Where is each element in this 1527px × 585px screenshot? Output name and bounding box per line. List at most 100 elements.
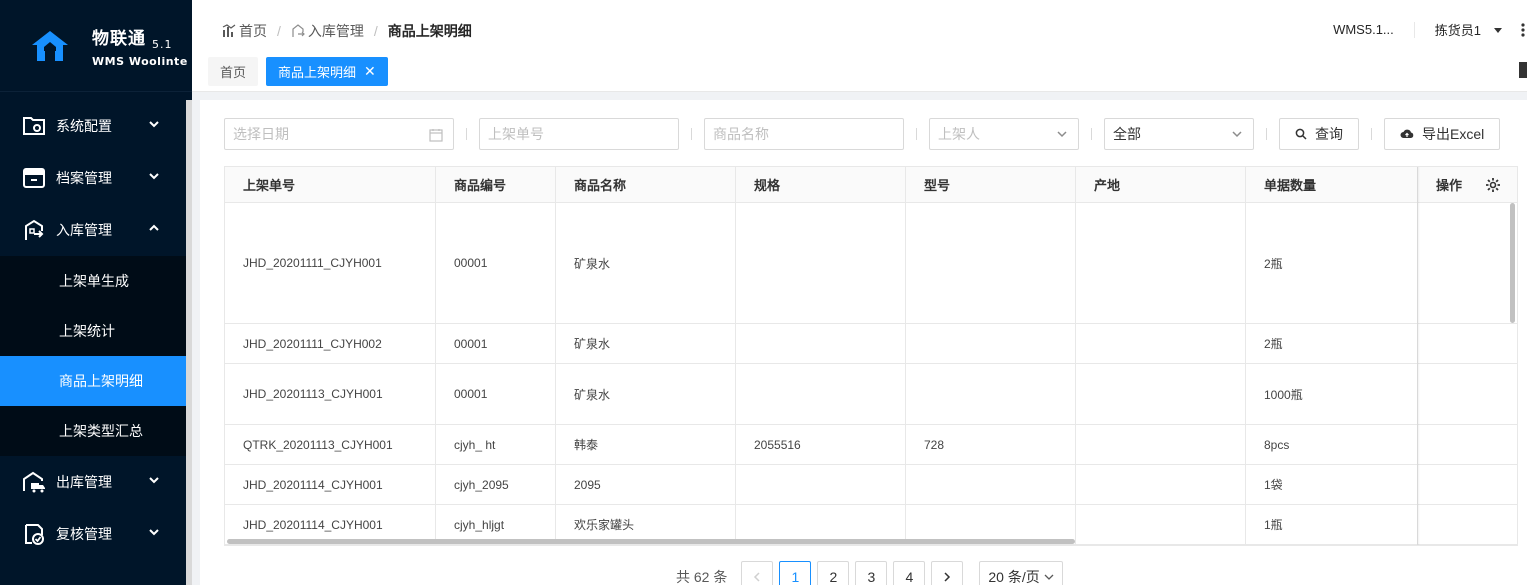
close-icon[interactable]: ✕	[364, 63, 376, 80]
chevron-down-icon	[149, 173, 159, 180]
column-header[interactable]: 商品编号	[436, 167, 556, 202]
pagination-total: 共 62 条	[676, 569, 728, 585]
tab-product-shelving-detail[interactable]: 商品上架明细 ✕	[266, 57, 388, 86]
breadcrumb: 首页 / 入库管理 / 商品上架明细	[222, 21, 472, 41]
home-chart-icon	[222, 24, 236, 37]
page-button-2[interactable]: 2	[817, 561, 850, 585]
date-picker[interactable]: 选择日期	[224, 118, 454, 150]
submenu-item-product-shelving-detail[interactable]: 商品上架明细	[0, 356, 192, 406]
prev-page-button[interactable]	[741, 561, 774, 585]
table-cell: 2095	[556, 465, 736, 504]
table-cell	[1076, 505, 1246, 544]
page-size-value: 20 条/页	[988, 569, 1040, 585]
tab-bar: 首页 商品上架明细 ✕	[208, 57, 396, 86]
header-right: WMS5.1... 拣货员1	[1333, 20, 1527, 39]
table-cell	[1076, 425, 1246, 464]
gear-folder-icon	[22, 114, 46, 138]
table-row[interactable]: JHD_20201114_CJYH001 cjyh_2095 2095 1袋	[225, 465, 1517, 505]
next-page-button[interactable]	[931, 561, 964, 585]
table-cell: JHD_20201114_CJYH001	[225, 465, 436, 504]
sidebar-item-label: 入库管理	[56, 222, 112, 238]
table-row[interactable]: JHD_20201111_CJYH002 00001 矿泉水 2瓶	[225, 324, 1517, 364]
chevron-down-icon	[149, 121, 159, 128]
chevron-down-icon	[1044, 574, 1054, 580]
table-cell: 00001	[436, 203, 556, 323]
table-cell	[1076, 465, 1246, 504]
main-content: 选择日期 上架单号 商品名称 上架人 全部 查询 导出Excel 上架单号 商品…	[200, 100, 1527, 585]
page-button-1[interactable]: 1	[779, 561, 812, 585]
user-name[interactable]: 拣货员1	[1435, 20, 1481, 39]
gear-icon[interactable]	[1485, 177, 1501, 193]
sidebar-item-label: 档案管理	[56, 170, 112, 186]
page-button-4[interactable]: 4	[893, 561, 926, 585]
table-row[interactable]: JHD_20201111_CJYH001 00001 矿泉水 2瓶	[225, 203, 1517, 324]
table-cell: JHD_20201111_CJYH002	[225, 324, 436, 363]
filter-bar: 选择日期 上架单号 商品名称 上架人 全部 查询 导出Excel	[224, 118, 1501, 150]
sidebar-item-inbound[interactable]: 入库管理	[0, 204, 192, 256]
status-select[interactable]: 全部	[1104, 118, 1254, 150]
product-name-input[interactable]: 商品名称	[704, 118, 904, 150]
column-header[interactable]: 单据数量	[1246, 167, 1418, 202]
breadcrumb-inbound[interactable]: 入库管理	[308, 21, 364, 41]
sidebar-item-review[interactable]: 复核管理	[0, 508, 192, 560]
column-header[interactable]: 产地	[1076, 167, 1246, 202]
version-label[interactable]: WMS5.1...	[1333, 22, 1394, 37]
table-vertical-scrollbar[interactable]	[1510, 203, 1515, 323]
app-logo[interactable]: 物联通 5.1 WMS Woolinte	[0, 0, 192, 92]
table-cell: 2瓶	[1246, 203, 1418, 323]
submenu-item-shelving-stats[interactable]: 上架统计	[0, 306, 192, 356]
table-cell: 矿泉水	[556, 364, 736, 424]
chevron-left-icon	[754, 572, 760, 582]
archive-icon	[22, 166, 46, 190]
search-icon	[1295, 128, 1307, 140]
column-header[interactable]: 型号	[906, 167, 1076, 202]
page-size-select[interactable]: 20 条/页	[979, 561, 1063, 585]
table-cell	[736, 364, 906, 424]
column-header[interactable]: 规格	[736, 167, 906, 202]
more-vertical-icon[interactable]	[1521, 22, 1525, 37]
review-check-icon	[22, 522, 46, 546]
column-header[interactable]: 商品名称	[556, 167, 736, 202]
sidebar-item-system-config[interactable]: 系统配置	[0, 100, 192, 152]
order-number-input[interactable]: 上架单号	[479, 118, 679, 150]
table-cell-actions	[1418, 505, 1517, 544]
table-cell	[736, 324, 906, 363]
chevron-right-icon	[944, 572, 951, 582]
table-cell: 矿泉水	[556, 203, 736, 323]
chevron-down-icon	[149, 477, 159, 484]
table-cell: 00001	[436, 324, 556, 363]
table-cell: 矿泉水	[556, 324, 736, 363]
table-cell: cjyh_2095	[436, 465, 556, 504]
export-excel-button[interactable]: 导出Excel	[1384, 118, 1501, 150]
table-cell	[1076, 364, 1246, 424]
order-number-placeholder: 上架单号	[488, 126, 544, 142]
submenu-item-shelving-generate[interactable]: 上架单生成	[0, 256, 192, 306]
table-cell-actions	[1418, 425, 1517, 464]
inbound-icon	[22, 218, 46, 242]
query-button[interactable]: 查询	[1279, 118, 1359, 150]
caret-down-icon[interactable]	[1493, 25, 1503, 35]
table-cell: 1袋	[1246, 465, 1418, 504]
shelver-select[interactable]: 上架人	[929, 118, 1079, 150]
tab-home[interactable]: 首页	[208, 57, 259, 86]
table-cell	[1076, 324, 1246, 363]
column-header[interactable]: 上架单号	[225, 167, 436, 202]
submenu-item-shelving-type-summary[interactable]: 上架类型汇总	[0, 406, 192, 456]
table-row[interactable]: JHD_20201113_CJYH001 00001 矿泉水 1000瓶	[225, 364, 1517, 425]
table-cell-actions	[1418, 324, 1517, 363]
sidebar-item-archive[interactable]: 档案管理	[0, 152, 192, 204]
sidebar-item-outbound[interactable]: 出库管理	[0, 456, 192, 508]
sidebar-scrollbar[interactable]	[186, 100, 192, 585]
data-table: 上架单号 商品编号 商品名称 规格 型号 产地 单据数量 操作 JHD_2020…	[224, 166, 1518, 546]
side-panel-toggle[interactable]	[1519, 62, 1527, 78]
breadcrumb-home[interactable]: 首页	[239, 21, 267, 41]
table-horizontal-scrollbar[interactable]	[227, 539, 1075, 544]
table-row[interactable]: QTRK_20201113_CJYH001 cjyh_ ht 韩泰 2055516 72…	[225, 425, 1517, 465]
chevron-up-icon	[149, 224, 159, 231]
actions-header-label: 操作	[1436, 178, 1463, 193]
table-cell: 00001	[436, 364, 556, 424]
sidebar: 物联通 5.1 WMS Woolinte 系统配置 档案管理 入库管理 上架单生成…	[0, 0, 192, 585]
page-button-3[interactable]: 3	[855, 561, 888, 585]
table-cell: 2055516	[736, 425, 906, 464]
table-cell-actions	[1418, 203, 1517, 323]
